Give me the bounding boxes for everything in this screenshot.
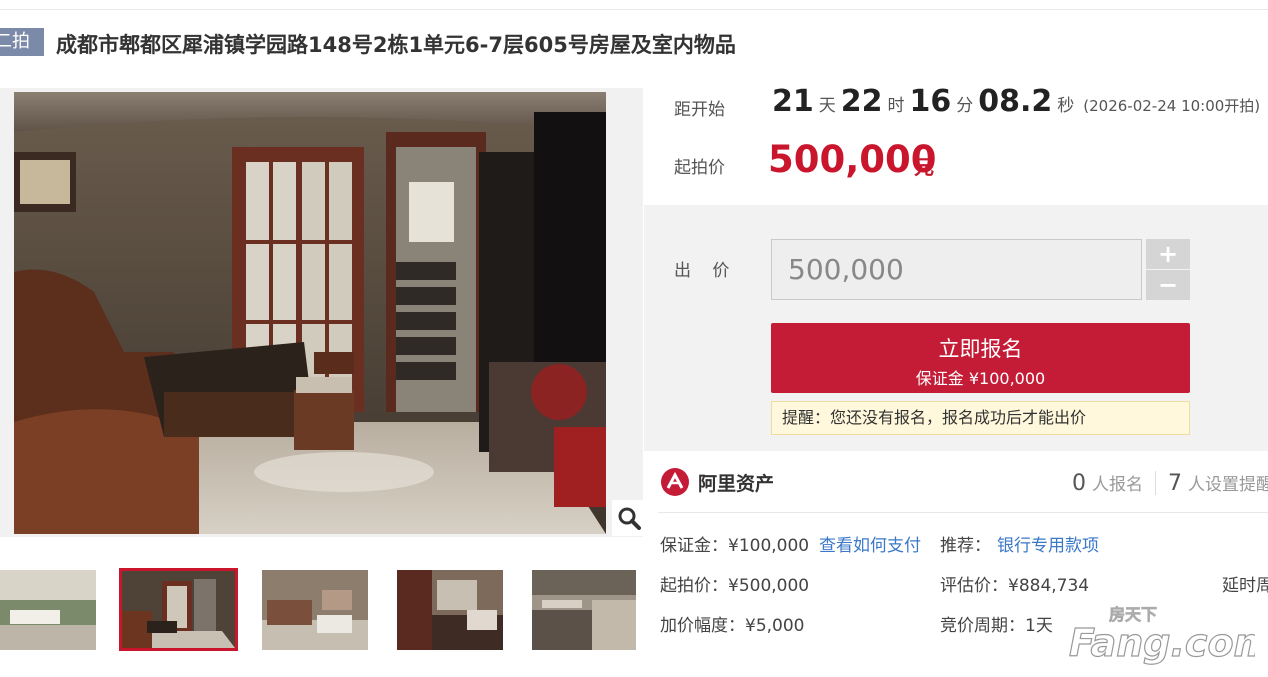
- bank-funds-text: 银行专用款项: [997, 536, 1099, 556]
- signup-label: 立即报名: [938, 337, 1023, 361]
- countdown-label: 距开始: [674, 100, 725, 120]
- decrease-bid-button[interactable]: −: [1146, 270, 1190, 300]
- days-unit: 天: [818, 96, 836, 116]
- starting-price-value: 500,000: [768, 138, 937, 181]
- reminder-count-text: 人设置提醒: [1188, 475, 1268, 495]
- hours-unit: 时: [887, 96, 905, 116]
- signup-count-text: 人报名: [1092, 475, 1143, 495]
- countdown-minutes: 16: [909, 84, 952, 119]
- recommend-label: 推荐：: [940, 536, 991, 556]
- how-to-pay-text: 查看如何支付: [819, 536, 921, 556]
- thumbnail-4[interactable]: [397, 570, 503, 650]
- bank-funds-link[interactable]: 银行专用款项: [997, 531, 1099, 556]
- start-time: (2026-02-24 10:00开拍): [1083, 97, 1261, 115]
- main-photo[interactable]: [14, 92, 606, 534]
- bid-input[interactable]: [771, 239, 1142, 300]
- magnifier-icon: [618, 507, 641, 530]
- countdown-hours: 22: [840, 84, 883, 119]
- stats-divider: [1155, 471, 1156, 495]
- thumbnail-5[interactable]: [532, 570, 636, 650]
- appraisal-info: 评估价：¥884,734: [940, 576, 1090, 596]
- ali-assets-icon: [661, 468, 689, 496]
- plus-icon: +: [1157, 240, 1179, 268]
- starting-price-unit: 元: [914, 155, 934, 179]
- starting-price-label: 起拍价: [674, 158, 725, 178]
- cycle-info: 竞价周期：1天: [940, 616, 1053, 636]
- thumbnail-3[interactable]: [262, 570, 368, 650]
- reminder-count: 7: [1168, 471, 1182, 496]
- section-divider: [658, 512, 1268, 513]
- minus-icon: −: [1157, 271, 1179, 299]
- thumbnail-1[interactable]: [0, 570, 96, 650]
- zoom-button[interactable]: [612, 500, 646, 536]
- platform-name: 阿里资产: [698, 472, 775, 495]
- countdown-timer: 21 天 22 时 16 分 08.2 秒 (2026-02-24 10:00开…: [772, 84, 1260, 119]
- bid-label: 出 价: [674, 261, 738, 281]
- auction-stats: 0 人报名 7 人设置提醒: [1072, 470, 1268, 496]
- svg-text:Fang.com: Fang.com: [1069, 621, 1255, 665]
- delay-info: 延时周期: [1222, 576, 1268, 596]
- signup-count: 0: [1072, 471, 1086, 496]
- thumbnail-2[interactable]: [119, 568, 238, 651]
- fang-watermark: 房天下 Fang.com: [1065, 598, 1268, 668]
- top-divider: [0, 9, 1268, 10]
- start-price-info: 起拍价：¥500,000: [660, 576, 810, 596]
- deposit-label: 保证金 ¥100,000: [915, 369, 1046, 388]
- deposit-info: 保证金：¥100,000: [660, 536, 810, 556]
- countdown-days: 21: [772, 84, 814, 119]
- how-to-pay-link[interactable]: 查看如何支付: [819, 531, 921, 556]
- signup-notice: 提醒：您还没有报名，报名成功后才能出价: [771, 401, 1190, 435]
- countdown-seconds: 08.2: [978, 84, 1053, 119]
- signup-button[interactable]: 立即报名 保证金 ¥100,000: [771, 323, 1190, 393]
- minutes-unit: 分: [956, 96, 974, 116]
- platform-logo[interactable]: 阿里资产: [660, 467, 774, 497]
- increase-bid-button[interactable]: +: [1146, 239, 1190, 269]
- page-title: 成都市郫都区犀浦镇学园路148号2栋1单元6-7层605号房屋及室内物品: [56, 33, 736, 57]
- increment-info: 加价幅度：¥5,000: [660, 616, 805, 636]
- seconds-unit: 秒: [1057, 96, 1075, 116]
- round-badge: 二拍: [0, 28, 44, 56]
